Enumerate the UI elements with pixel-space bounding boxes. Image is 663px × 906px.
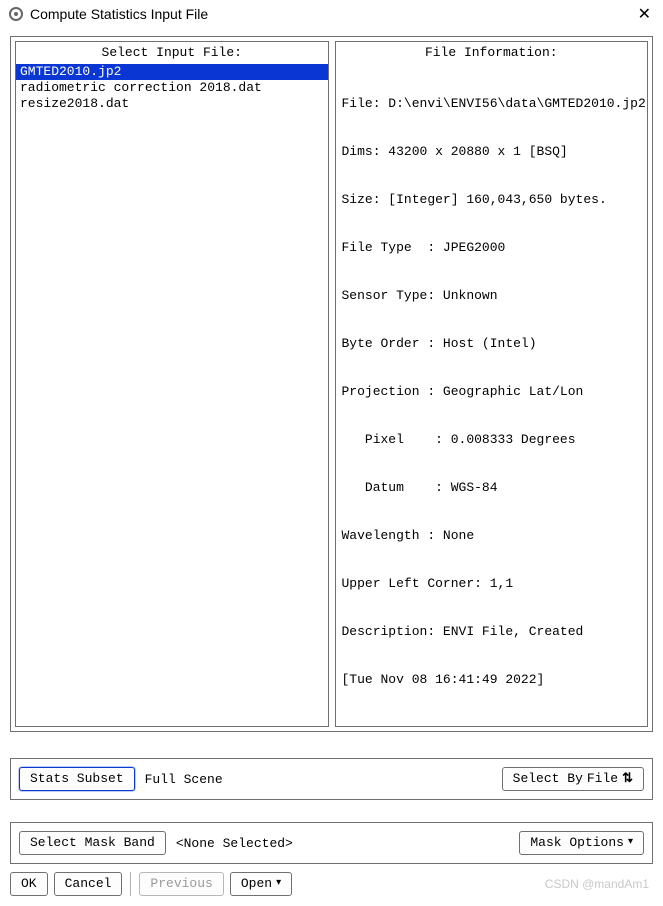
info-line: Pixel : 0.008333 Degrees bbox=[342, 432, 642, 448]
info-line: Sensor Type: Unknown bbox=[342, 288, 642, 304]
info-line: Projection : Geographic Lat/Lon bbox=[342, 384, 642, 400]
stats-subset-button[interactable]: Stats Subset bbox=[19, 767, 135, 791]
mask-options-button[interactable]: Mask Options ▾ bbox=[519, 831, 644, 855]
close-icon[interactable]: ✕ bbox=[634, 4, 655, 24]
open-button[interactable]: Open ▾ bbox=[230, 872, 292, 896]
file-information-panel: File Information: File: D:\envi\ENVI56\d… bbox=[335, 41, 649, 727]
watermark: CSDN @mandAm1 bbox=[545, 877, 653, 891]
select-by-label: Select By bbox=[513, 771, 583, 787]
info-line: Byte Order : Host (Intel) bbox=[342, 336, 642, 352]
file-list-item[interactable]: resize2018.dat bbox=[16, 96, 328, 112]
open-label: Open bbox=[241, 876, 272, 892]
info-line: Description: ENVI File, Created bbox=[342, 624, 642, 640]
file-list-item[interactable]: GMTED2010.jp2 bbox=[16, 64, 328, 80]
info-line: Datum : WGS-84 bbox=[342, 480, 642, 496]
panels-container: Select Input File: GMTED2010.jp2 radiome… bbox=[10, 36, 653, 732]
info-line: Upper Left Corner: 1,1 bbox=[342, 576, 642, 592]
select-mask-band-button[interactable]: Select Mask Band bbox=[19, 831, 166, 855]
input-file-list[interactable]: GMTED2010.jp2 radiometric correction 201… bbox=[16, 64, 328, 112]
app-icon bbox=[8, 6, 24, 22]
chevron-down-icon: ▾ bbox=[628, 835, 633, 851]
subset-group: Stats Subset Full Scene Select By File ⇅ bbox=[10, 758, 653, 800]
file-information-body: File: D:\envi\ENVI56\data\GMTED2010.jp2 … bbox=[336, 64, 648, 726]
select-by-value: File bbox=[587, 771, 618, 787]
info-line: [Tue Nov 08 16:41:49 2022] bbox=[342, 672, 642, 688]
mask-group: Select Mask Band <None Selected> Mask Op… bbox=[10, 822, 653, 864]
info-line: Wavelength : None bbox=[342, 528, 642, 544]
file-information-title: File Information: bbox=[336, 42, 648, 64]
cancel-button[interactable]: Cancel bbox=[54, 872, 123, 896]
select-mask-band-value: <None Selected> bbox=[172, 836, 297, 851]
previous-button: Previous bbox=[139, 872, 223, 896]
window-title: Compute Statistics Input File bbox=[30, 6, 208, 22]
select-input-file-title: Select Input File: bbox=[16, 42, 328, 64]
mask-options-label: Mask Options bbox=[530, 835, 624, 851]
info-line: File Type : JPEG2000 bbox=[342, 240, 642, 256]
stats-subset-value: Full Scene bbox=[141, 772, 227, 787]
info-line: Dims: 43200 x 20880 x 1 [BSQ] bbox=[342, 144, 642, 160]
file-list-item[interactable]: radiometric correction 2018.dat bbox=[16, 80, 328, 96]
info-line: File: D:\envi\ENVI56\data\GMTED2010.jp2 bbox=[342, 96, 642, 112]
select-input-file-panel: Select Input File: GMTED2010.jp2 radiome… bbox=[15, 41, 329, 727]
title-bar: Compute Statistics Input File ✕ bbox=[0, 0, 663, 28]
info-line: Size: [Integer] 160,043,650 bytes. bbox=[342, 192, 642, 208]
ok-button[interactable]: OK bbox=[10, 872, 48, 896]
divider bbox=[130, 872, 131, 896]
dialog-buttons: OK Cancel Previous Open ▾ CSDN @mandAm1 bbox=[10, 872, 653, 896]
select-by-button[interactable]: Select By File ⇅ bbox=[502, 767, 644, 791]
swap-icon: ⇅ bbox=[622, 771, 633, 787]
chevron-down-icon: ▾ bbox=[276, 876, 281, 892]
